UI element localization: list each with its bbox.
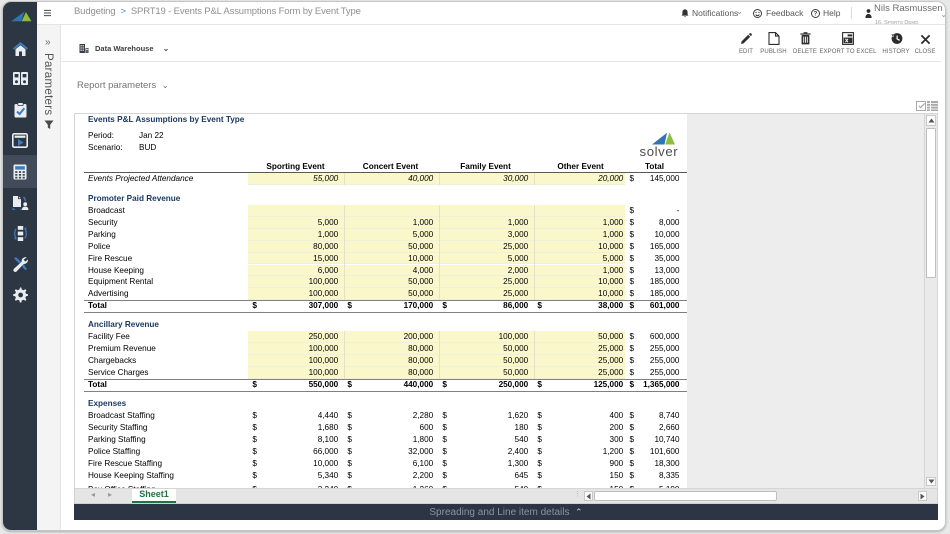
svg-text:?: ? (814, 11, 818, 18)
svg-text:solver: solver (640, 144, 679, 158)
